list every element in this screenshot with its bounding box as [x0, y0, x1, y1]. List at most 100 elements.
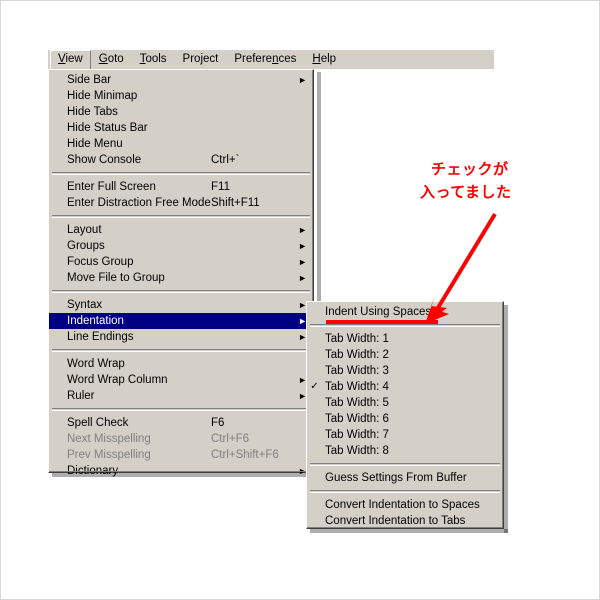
view-menu-item-label: Indentation — [67, 315, 124, 327]
view-menu-item-prev-misspelling: Prev Misspelling Ctrl+Shift+F6 — [49, 447, 313, 463]
view-menu-item-word-wrap[interactable]: Word Wrap — [49, 356, 313, 372]
annotation-text-line1: チェックが — [431, 160, 509, 178]
view-menu-item-enter-full-screen[interactable]: Enter Full Screen F11 — [49, 179, 313, 195]
menu-bar: View Goto Tools Project Preferences Help — [48, 49, 494, 70]
submenu-arrow-icon: ► — [298, 273, 307, 283]
annotation-text-line2: 入ってました — [420, 183, 512, 201]
indentation-menu-item-tab-width-7[interactable]: Tab Width: 7 — [307, 427, 503, 443]
indentation-menu-item-label: Guess Settings From Buffer — [325, 472, 467, 484]
view-menu-item-label: Dictionary — [67, 465, 119, 477]
view-menu-item-label: Enter Full Screen — [67, 181, 156, 193]
indentation-menu-item-tab-width-4[interactable]: ✓ Tab Width: 4 — [307, 379, 503, 395]
indentation-menu-item-indent-using-spaces[interactable]: Indent Using Spaces — [307, 304, 503, 320]
menubar-item-preferences[interactable]: Preferences — [226, 50, 304, 70]
view-menu-item-hide-tabs[interactable]: Hide Tabs — [49, 104, 313, 120]
view-menu-item-shortcut: Shift+F11 — [211, 197, 260, 209]
annotation-underline — [326, 320, 438, 324]
view-menu-separator — [52, 215, 310, 218]
indentation-menu-item-guess-settings-from-buffer[interactable]: Guess Settings From Buffer — [307, 470, 503, 486]
menubar-item-goto[interactable]: Goto — [91, 50, 132, 70]
view-dropdown-menu: Side Bar ► Hide Minimap Hide Tabs Hide Statu… — [48, 69, 314, 477]
view-menu-item-next-misspelling: Next Misspelling Ctrl+F6 — [49, 431, 313, 447]
view-menu-item-line-endings[interactable]: Line Endings ► — [49, 329, 313, 345]
indentation-menu-item-label: Tab Width: 8 — [325, 445, 389, 457]
indentation-menu-item-label: Tab Width: 2 — [325, 349, 389, 361]
submenu-arrow-icon: ► — [298, 225, 307, 235]
view-menu-item-label: Groups — [67, 240, 105, 252]
view-menu-item-layout[interactable]: Layout ► — [49, 222, 313, 238]
view-menu-item-label: Enter Distraction Free Mode — [67, 197, 211, 209]
view-menu-item-syntax[interactable]: Syntax ► — [49, 297, 313, 313]
view-menu-item-label: Next Misspelling — [67, 433, 151, 445]
view-menu-item-ruler[interactable]: Ruler ► — [49, 388, 313, 404]
view-menu-item-label: Layout — [67, 224, 102, 236]
view-menu-separator — [52, 408, 310, 411]
indentation-menu-item-tab-width-2[interactable]: Tab Width: 2 — [307, 347, 503, 363]
view-menu-item-label: Move File to Group — [67, 272, 165, 284]
view-menu-item-shortcut: Ctrl+F6 — [211, 433, 250, 445]
view-menu-item-label: Spell Check — [67, 417, 129, 429]
view-menu-item-groups[interactable]: Groups ► — [49, 238, 313, 254]
view-menu-item-shortcut: F6 — [211, 417, 225, 429]
menubar-item-help[interactable]: Help — [304, 50, 344, 70]
view-menu-item-indentation[interactable]: Indentation ► — [49, 313, 313, 329]
view-menu-item-spell-check[interactable]: Spell Check F6 — [49, 415, 313, 431]
indentation-menu-separator — [310, 324, 500, 327]
indentation-menu-item-label: Tab Width: 5 — [325, 397, 389, 409]
view-menu-item-label: Word Wrap — [67, 358, 125, 370]
view-menu-item-show-console[interactable]: Show Console Ctrl+` — [49, 152, 313, 168]
view-menu-item-shortcut: F11 — [211, 181, 230, 193]
view-menu-item-label: Ruler — [67, 390, 95, 402]
indentation-menu-separator — [310, 463, 500, 466]
view-menu-separator — [52, 349, 310, 352]
view-menu-item-side-bar[interactable]: Side Bar ► — [49, 72, 313, 88]
submenu-arrow-icon: ► — [298, 75, 307, 85]
view-menu-item-word-wrap-column[interactable]: Word Wrap Column ► — [49, 372, 313, 388]
indentation-menu-item-label: Tab Width: 1 — [325, 333, 389, 345]
view-menu-item-shortcut: Ctrl+Shift+F6 — [211, 449, 279, 461]
indentation-menu-item-tab-width-3[interactable]: Tab Width: 3 — [307, 363, 503, 379]
indentation-menu-item-label: Tab Width: 7 — [325, 429, 389, 441]
indentation-menu-item-tab-width-1[interactable]: Tab Width: 1 — [307, 331, 503, 347]
view-menu-item-label: Hide Tabs — [67, 106, 118, 118]
view-menu-item-label: Show Console — [67, 154, 142, 166]
indentation-menu-item-tab-width-5[interactable]: Tab Width: 5 — [307, 395, 503, 411]
indentation-menu-item-tab-width-6[interactable]: Tab Width: 6 — [307, 411, 503, 427]
view-menu-item-focus-group[interactable]: Focus Group ► — [49, 254, 313, 270]
view-menu-item-hide-menu[interactable]: Hide Menu — [49, 136, 313, 152]
view-menu-item-dictionary[interactable]: Dictionary ► — [49, 463, 313, 479]
view-menu-separator — [52, 172, 310, 175]
view-menu-item-shortcut: Ctrl+` — [211, 154, 240, 166]
indentation-menu-separator — [310, 490, 500, 493]
indentation-menu-item-label: Convert Indentation to Tabs — [325, 515, 466, 527]
view-menu-separator — [52, 290, 310, 293]
indentation-menu-item-tab-width-8[interactable]: Tab Width: 8 — [307, 443, 503, 459]
menubar-item-view[interactable]: View — [50, 49, 91, 70]
indentation-menu-item-label: Convert Indentation to Spaces — [325, 499, 480, 511]
view-menu-item-label: Hide Minimap — [67, 90, 138, 102]
view-menu-item-label: Hide Status Bar — [67, 122, 148, 134]
menubar-item-project[interactable]: Project — [175, 50, 227, 70]
indentation-menu-item-label: Tab Width: 3 — [325, 365, 389, 377]
submenu-arrow-icon: ► — [298, 241, 307, 251]
indentation-menu-item-convert-indentation-to-spaces[interactable]: Convert Indentation to Spaces — [307, 497, 503, 513]
view-menu-item-label: Line Endings — [67, 331, 134, 343]
view-menu-item-label: Hide Menu — [67, 138, 123, 150]
view-menu-item-label: Focus Group — [67, 256, 134, 268]
view-menu-item-label: Side Bar — [67, 74, 112, 86]
indentation-submenu-shadow — [504, 305, 508, 533]
view-menu-item-label: Word Wrap Column — [67, 374, 168, 386]
view-menu-item-move-file-to-group[interactable]: Move File to Group ► — [49, 270, 313, 286]
indentation-menu-item-label: Indent Using Spaces — [325, 306, 432, 318]
indentation-submenu: Indent Using Spaces Tab Width: 1 Tab Width… — [306, 301, 504, 529]
checkmark-icon: ✓ — [310, 381, 319, 392]
view-menu-item-enter-distraction-free-mode[interactable]: Enter Distraction Free Mode Shift+F11 — [49, 195, 313, 211]
view-menu-item-label: Prev Misspelling — [67, 449, 151, 461]
indentation-menu-item-convert-indentation-to-tabs[interactable]: Convert Indentation to Tabs — [307, 513, 503, 529]
indentation-menu-item-label: Tab Width: 6 — [325, 413, 389, 425]
menubar-item-tools[interactable]: Tools — [132, 50, 175, 70]
view-menu-item-hide-status-bar[interactable]: Hide Status Bar — [49, 120, 313, 136]
view-menu-item-hide-minimap[interactable]: Hide Minimap — [49, 88, 313, 104]
view-menu-item-label: Syntax — [67, 299, 103, 311]
indentation-submenu-shadow-bottom — [310, 529, 508, 533]
